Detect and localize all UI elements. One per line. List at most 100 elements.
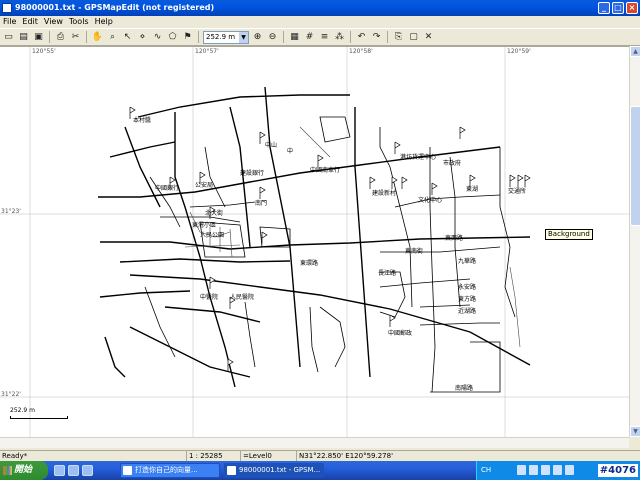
select-icon[interactable]: ↖ [121,31,134,44]
point-icon[interactable]: ⚑ [181,31,194,44]
scale-value: 252.9 m [206,32,236,41]
taskbar-item-label: 打造你自己的向量... [135,466,198,474]
longitude-ruler: 120°55' 120°57' 120°58' 120°59' [0,47,629,57]
windows-logo-icon [3,466,12,475]
lon-tick: 120°59' [507,48,531,55]
start-label: 開始 [14,465,33,475]
road-secondary [319,306,346,368]
title-bar: 98000001.txt - GPSMapEdit (not registere… [0,0,640,16]
map-label: 長江路 [378,269,396,277]
flag-icon [369,176,376,189]
road-secondary [379,278,471,288]
scroll-up-icon[interactable]: ▲ [630,46,640,57]
delete-icon[interactable]: ✕ [422,31,435,44]
open-icon[interactable]: ▤ [17,31,30,44]
map-label: 公安局 [195,181,213,189]
map-label: 近湖路 [458,307,476,315]
horizontal-scrollbar[interactable] [0,437,629,448]
undo-icon[interactable]: ↶ [355,31,368,44]
flag-icon [431,182,438,195]
road-block [319,116,351,143]
chat-icon[interactable] [553,465,562,475]
map-label: 建設銀行 [240,169,264,177]
shield-icon[interactable] [541,465,550,475]
road-main [99,290,191,298]
node-icon[interactable]: ⋄ [136,31,149,44]
flag-icon [401,176,408,189]
desktop-icon[interactable] [68,465,79,476]
close-button[interactable]: × [626,2,638,14]
maximize-button[interactable]: □ [612,2,624,14]
paste-icon[interactable]: ▢ [407,31,420,44]
app-icon [2,3,12,13]
start-button[interactable]: 開始 [0,461,48,480]
menu-help[interactable]: Help [92,16,116,28]
scale-select[interactable]: 252.9 m ▼ [203,30,249,44]
volume-icon[interactable] [529,465,538,475]
menu-view[interactable]: View [41,16,66,28]
update-icon[interactable] [565,465,574,475]
chevron-down-icon[interactable]: ▼ [239,31,248,43]
toolbar: ▭ ▤ ▣ ⎙ ✂ ✋ ⌕ ↖ ⋄ ∿ ⬠ ⚑ 252.9 m ▼ ⊕ ⊖ ▦ … [0,28,640,46]
road-secondary [394,194,501,208]
map-canvas[interactable]: 本村醬 中 中山 市政府 港坊貨運中心 中國南車行 中國銀行 公安局 建設銀行 … [0,46,629,437]
language-indicator[interactable]: CH [481,461,491,480]
nodes-icon[interactable]: ⁂ [333,31,346,44]
map-label: 東環路 [300,259,318,267]
menu-tools[interactable]: Tools [66,16,92,28]
window-icon [123,466,132,475]
hand-icon[interactable]: ✋ [91,31,104,44]
map-label: 南陽路 [455,384,473,392]
browser-icon[interactable] [54,465,65,476]
app-window: 98000001.txt - GPSMapEdit (not registere… [0,0,640,480]
save-icon[interactable]: ▣ [32,31,45,44]
map-label: 人民醫院 [230,293,254,301]
tray-icons [517,465,574,475]
media-icon[interactable] [82,465,93,476]
zoom-icon[interactable]: ⌕ [106,31,119,44]
road-secondary [309,306,319,373]
map-label: 文化中心 [418,196,442,204]
road-main [137,94,350,118]
zoom-in-icon[interactable]: ⊕ [251,31,264,44]
road-main [129,326,251,378]
map-label: 本村醬 [133,116,151,124]
vertical-scrollbar[interactable]: ▲ ▼ [629,46,640,437]
network-icon[interactable] [517,465,526,475]
taskbar-item-active[interactable]: 98000001.txt - GPSM... [224,463,324,478]
flag-icon [509,174,516,187]
lon-tick: 120°57' [195,48,219,55]
lon-tick: 120°58' [349,48,373,55]
flag-icon [394,141,401,154]
map-label: 港坊貨運中心 [400,153,436,161]
menu-file[interactable]: File [0,16,19,28]
copy-icon[interactable]: ⎘ [392,31,405,44]
road-main [100,236,531,250]
cut-icon[interactable]: ✂ [69,31,82,44]
scroll-thumb[interactable] [630,106,640,226]
redo-icon[interactable]: ↷ [370,31,383,44]
toolbar-separator [387,31,388,43]
map-label: 中山 [265,141,277,149]
new-icon[interactable]: ▭ [2,31,15,44]
print-icon[interactable]: ⎙ [54,31,67,44]
menu-bar: File Edit View Tools Help [0,16,640,28]
toolbar-separator [350,31,351,43]
polyline-icon[interactable]: ∿ [151,31,164,44]
layers-icon[interactable]: ≡ [318,31,331,44]
taskbar-item-label: 98000001.txt - GPSM... [239,466,321,474]
zoom-out-icon[interactable]: ⊖ [266,31,279,44]
map-label: 人民公園 [200,232,224,239]
road-secondary [244,301,256,368]
view-icon[interactable]: ▦ [288,31,301,44]
map-label: 南門 [255,199,267,207]
taskbar-item[interactable]: 打造你自己的向量... [120,463,220,478]
menu-edit[interactable]: Edit [19,16,41,28]
map-label: 建設新村 [372,189,396,197]
minimize-button[interactable]: _ [598,2,610,14]
map-label: 永安路 [458,283,476,291]
grid-icon[interactable]: # [303,31,316,44]
scroll-down-icon[interactable]: ▼ [630,426,640,437]
toolbar-separator [49,31,50,43]
polygon-icon[interactable]: ⬠ [166,31,179,44]
